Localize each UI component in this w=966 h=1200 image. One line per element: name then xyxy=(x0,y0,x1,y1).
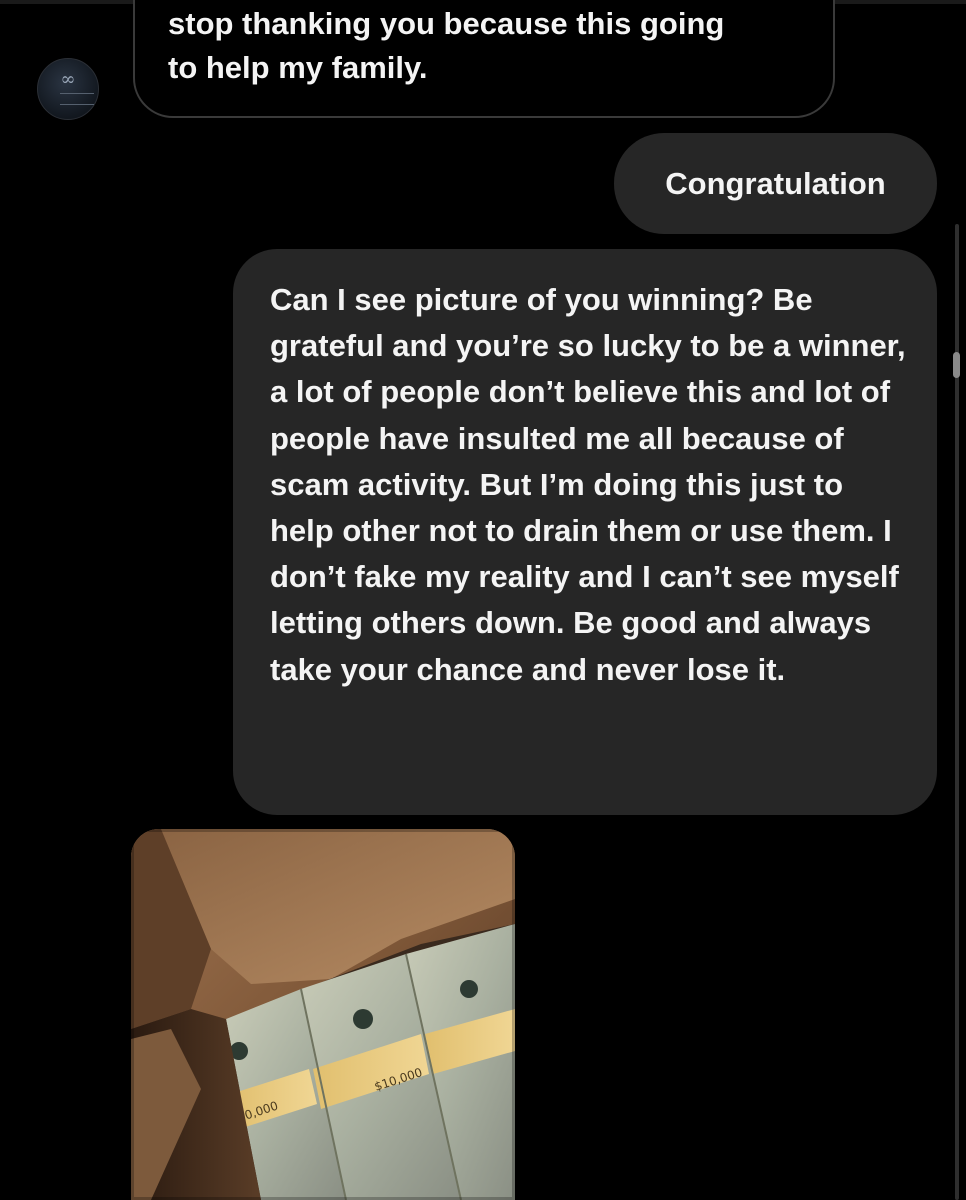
incoming-message-text: stop thanking you because this going to … xyxy=(168,6,725,85)
money-box-photo: $10,000 10,000 xyxy=(131,829,515,1200)
outgoing-message-congratulation: Congratulation xyxy=(614,133,937,234)
contact-avatar-icon[interactable]: ∞ xyxy=(37,58,99,120)
image-attachment[interactable]: $10,000 10,000 xyxy=(131,829,515,1200)
outgoing-message-long: Can I see picture of you winning? Be gra… xyxy=(233,249,937,815)
scrollbar-thumb[interactable] xyxy=(953,352,960,378)
